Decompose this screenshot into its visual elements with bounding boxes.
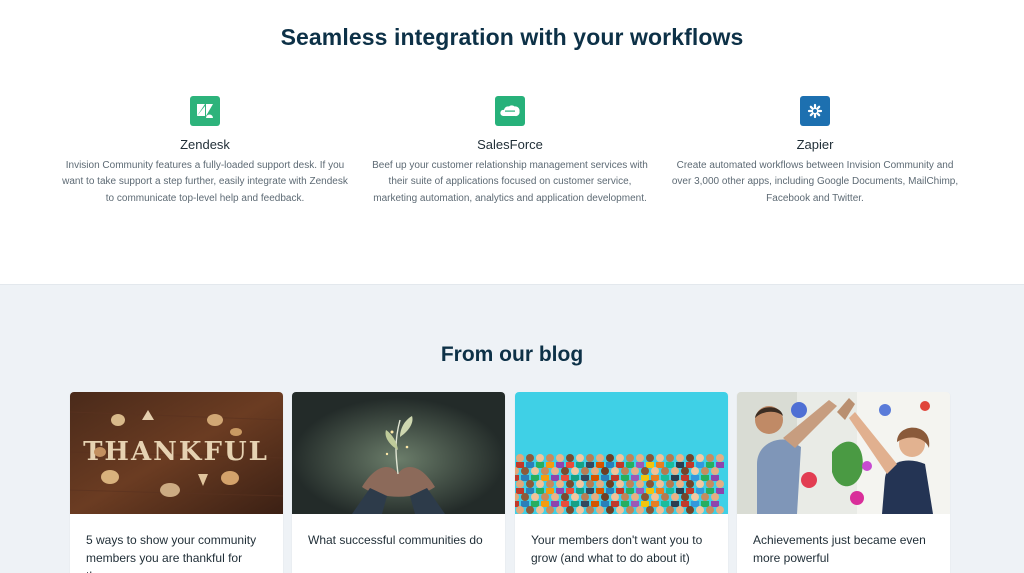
integration-name: Zapier — [796, 137, 834, 152]
salesforce-logo-icon — [495, 96, 525, 126]
high-five-office-image — [737, 392, 950, 514]
blog-card[interactable]: THANKFUL 5 ways to show your community m… — [70, 392, 283, 573]
hands-holding-plant-image — [292, 392, 505, 514]
blog-card[interactable]: Achievements just became even more power… — [737, 392, 950, 573]
zapier-logo-icon — [800, 96, 830, 126]
blog-heading: From our blog — [440, 343, 584, 366]
integration-salesforce: SalesForce Beef up your customer relatio… — [360, 96, 660, 207]
blog-post-title[interactable]: What successful communities do — [308, 531, 493, 549]
thankful-wood-letters-image: THANKFUL — [70, 392, 283, 514]
integration-zendesk: Zendesk Invision Community features a fu… — [55, 96, 355, 207]
blog-card[interactable]: Your members don't want you to grow (and… — [515, 392, 728, 573]
blog-post-title[interactable]: Your members don't want you to grow (and… — [531, 531, 716, 567]
blog-post-title[interactable]: Achievements just became even more power… — [753, 531, 938, 567]
integration-name: SalesForce — [477, 137, 543, 152]
blog-card[interactable]: What successful communities do — [292, 392, 505, 573]
crowd-illustration-image — [515, 392, 728, 514]
integration-description: Create automated workflows between Invis… — [671, 160, 959, 204]
integrations-heading: Seamless integration with your workflows — [280, 24, 744, 50]
integration-description: Beef up your customer relationship manag… — [372, 160, 648, 204]
blog-post-title[interactable]: 5 ways to show your community members yo… — [86, 531, 271, 573]
integration-zapier: Zapier Create automated workflows betwee… — [665, 96, 965, 207]
integration-description: Invision Community features a fully-load… — [62, 160, 348, 204]
zendesk-logo-icon — [190, 96, 220, 126]
svg-text:THANKFUL: THANKFUL — [83, 437, 269, 467]
integration-name: Zendesk — [180, 137, 230, 152]
